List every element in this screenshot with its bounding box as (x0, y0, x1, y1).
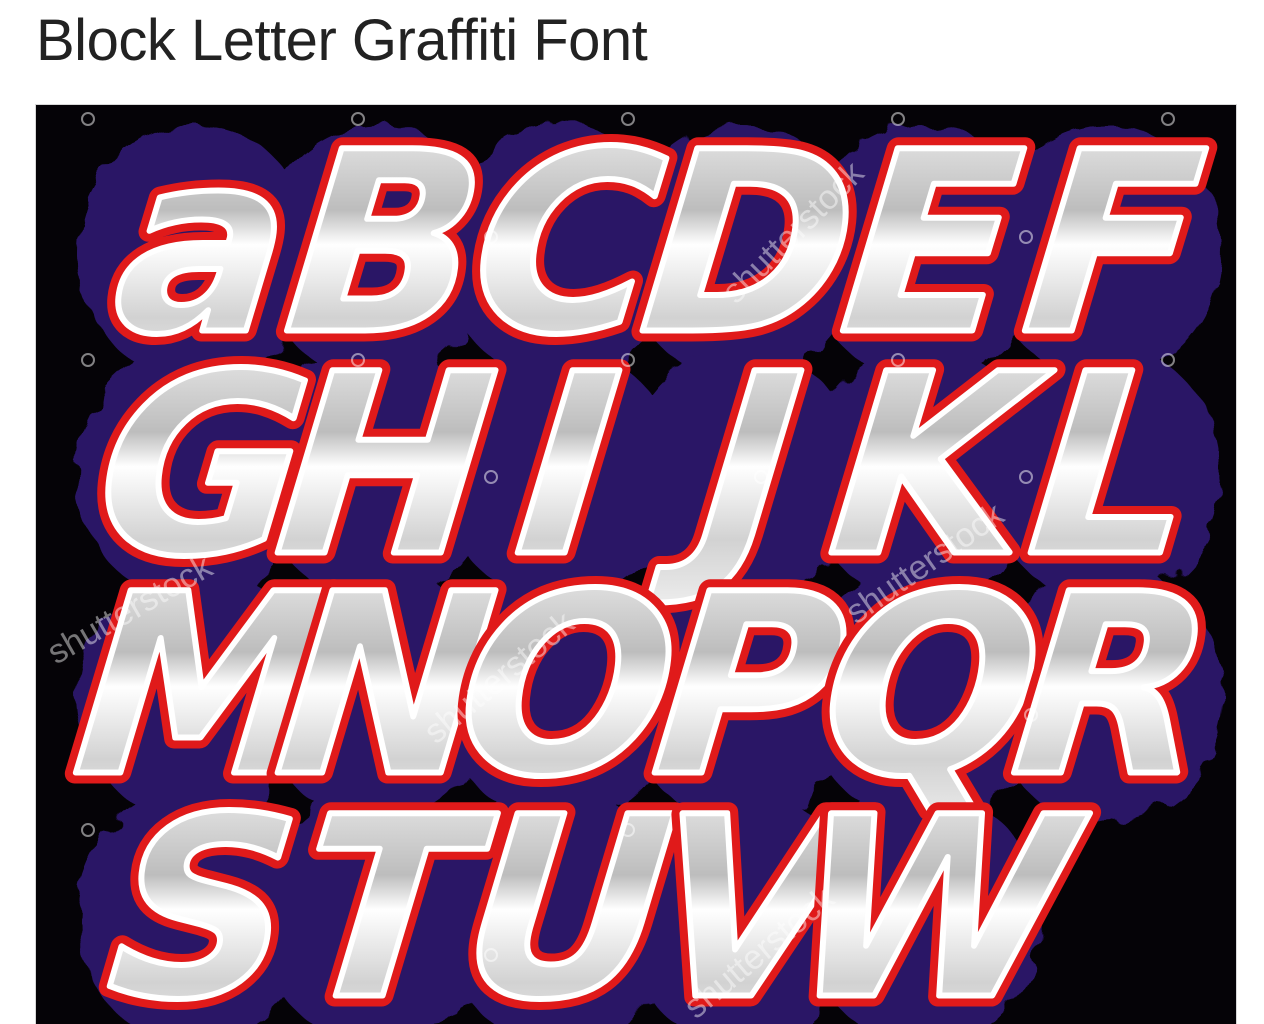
page: Block Letter Graffiti Font aaBBCCDDEEFFG… (0, 0, 1264, 1024)
svg-text:S: S (99, 764, 310, 1024)
page-title: Block Letter Graffiti Font (36, 8, 648, 73)
graffiti-letter-s: SS (88, 753, 321, 1024)
graffiti-alphabet-image[interactable]: aaBBCCDDEEFFGGHHIIJJKKLLMMNNOOPPQQRRSSTT… (36, 105, 1236, 1024)
graffiti-alphabet-artwork: aaBBCCDDEEFFGGHH II JJ KKLLMMNNOOPPQQRRSSTT… (36, 105, 1236, 1024)
